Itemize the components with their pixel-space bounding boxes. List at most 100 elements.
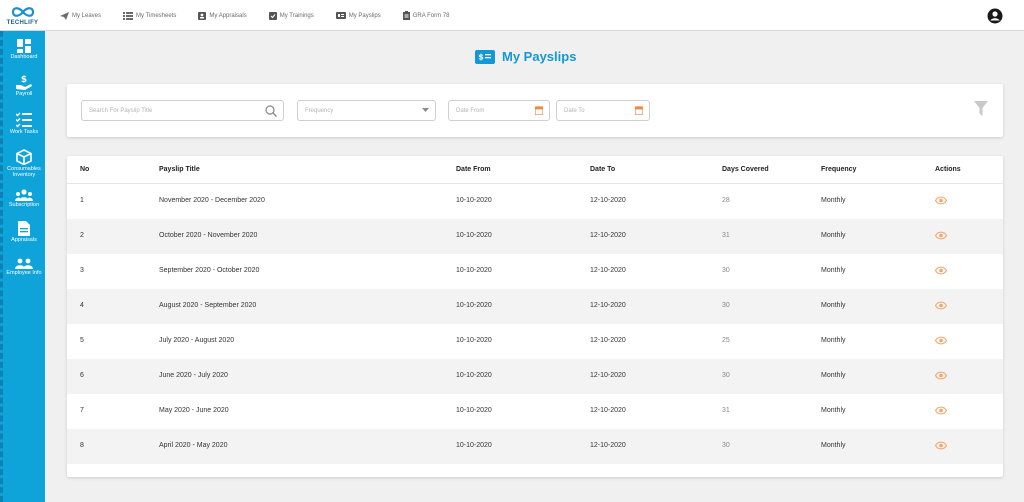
sidebar-item-subscription[interactable]: Subscription (0, 189, 48, 208)
view-eye-icon[interactable] (935, 301, 947, 310)
nav-my-trainings[interactable]: My Trainings (268, 11, 314, 20)
dashboard-icon (17, 39, 31, 53)
sidebar-item-dashboard[interactable]: Dashboard (0, 39, 48, 60)
payslip-icon: $ (475, 49, 495, 64)
cell-date-to: 12-10-2020 (590, 372, 626, 379)
header-days-covered: Days Covered (722, 166, 769, 173)
cell-days-covered: 30 (722, 302, 730, 309)
group-icon (15, 258, 33, 269)
nav-gra-form-78[interactable]: GRA Form 78 (402, 11, 449, 20)
cell-no: 8 (80, 442, 84, 449)
header-no: No (80, 166, 90, 173)
search-placeholder: Search For Payslip Title (89, 107, 153, 114)
view-eye-icon[interactable] (935, 371, 947, 380)
cell-days-covered: 28 (722, 197, 730, 204)
cell-no: 6 (80, 372, 84, 379)
cell-frequency: Monthly (821, 302, 846, 309)
cell-days-covered: 30 (722, 372, 730, 379)
svg-text:$: $ (478, 53, 484, 62)
cell-date-to: 12-10-2020 (590, 442, 626, 449)
sidebar-item-employee-info[interactable]: Employee Info (0, 258, 48, 276)
cell-date-from: 10-10-2020 (456, 337, 492, 344)
header-frequency: Frequency (821, 166, 857, 173)
form-icon (402, 11, 410, 20)
cell-payslip-title: July 2020 - August 2020 (159, 337, 235, 344)
header-payslip-title: Payslip Title (159, 166, 200, 173)
cell-date-to: 12-10-2020 (590, 197, 626, 204)
sidebar-item-consumables-inventory[interactable]: Consumables Inventory (0, 149, 48, 178)
box-icon (16, 149, 32, 165)
cell-no: 7 (80, 407, 84, 414)
cell-no: 1 (80, 197, 84, 204)
search-input[interactable]: Search For Payslip Title (81, 100, 284, 121)
cell-payslip-title: October 2020 - November 2020 (159, 232, 258, 239)
cell-payslip-title: June 2020 - July 2020 (159, 372, 228, 379)
cell-date-to: 12-10-2020 (590, 232, 626, 239)
header-date-to: Date To (590, 166, 616, 173)
infinity-logo-icon (11, 7, 34, 17)
date-to-input[interactable]: Date To (556, 100, 650, 121)
nav-label: My Trainings (279, 12, 314, 19)
cell-date-from: 10-10-2020 (456, 267, 492, 274)
cell-frequency: Monthly (821, 407, 846, 414)
sidebar-item-payroll[interactable]: $ Payroll (0, 74, 48, 97)
view-eye-icon[interactable] (935, 231, 947, 240)
cell-frequency: Monthly (821, 232, 846, 239)
filter-icon[interactable] (974, 101, 988, 117)
view-eye-icon[interactable] (935, 196, 947, 205)
date-from-input[interactable]: Date From (448, 100, 550, 121)
frequency-placeholder: Frequency (305, 107, 334, 114)
table-row: 4 August 2020 - September 2020 10-10-2020 1… (67, 289, 1003, 324)
cell-date-to: 12-10-2020 (590, 337, 626, 344)
nav-label: My Leaves (72, 12, 102, 19)
sidebar-item-label: Work Tasks (9, 129, 39, 135)
tasks-icon (16, 112, 32, 128)
table-row: 3 September 2020 - October 2020 10-10-2020… (67, 254, 1003, 289)
top-bar: TECHLIFY My Leaves My Timesheets My Appr… (0, 0, 1024, 31)
nav-label: My Payslips (348, 12, 381, 19)
techlify-logo[interactable]: TECHLIFY (0, 0, 45, 31)
nav-my-payslips[interactable]: My Payslips (335, 12, 381, 19)
nav-my-appraisals[interactable]: My Appraisals (198, 11, 247, 20)
search-icon (265, 105, 277, 117)
cell-date-from: 10-10-2020 (456, 197, 492, 204)
cell-payslip-title: September 2020 - October 2020 (159, 267, 260, 274)
payslips-table: No Payslip Title Date From Date To Days … (67, 156, 1003, 477)
cell-frequency: Monthly (821, 442, 846, 449)
sidebar-item-appraisals[interactable]: Appraisals (0, 221, 48, 243)
cell-date-from: 10-10-2020 (456, 442, 492, 449)
view-eye-icon[interactable] (935, 441, 947, 450)
cell-payslip-title: May 2020 - June 2020 (159, 407, 229, 414)
sidebar-item-work-tasks[interactable]: Work Tasks (0, 112, 48, 135)
users-icon (15, 189, 33, 201)
view-eye-icon[interactable] (935, 406, 947, 415)
list-icon (123, 11, 134, 20)
cell-no: 5 (80, 337, 84, 344)
sidebar: Dashboard $ Payroll Work Tasks Consumabl… (0, 31, 45, 502)
table-row: 2 October 2020 - November 2020 10-10-2020 1… (67, 219, 1003, 254)
header-actions: Actions (935, 166, 961, 173)
nav-label: My Appraisals (209, 12, 247, 19)
cell-date-from: 10-10-2020 (456, 407, 492, 414)
cell-no: 2 (80, 232, 84, 239)
view-eye-icon[interactable] (935, 336, 947, 345)
cell-payslip-title: November 2020 - December 2020 (159, 197, 265, 204)
cell-days-covered: 30 (722, 267, 730, 274)
date-from-placeholder: Date From (456, 107, 485, 114)
cell-days-covered: 31 (722, 407, 730, 414)
cell-payslip-title: April 2020 - May 2020 (159, 442, 228, 449)
cell-payslip-title: August 2020 - September 2020 (159, 302, 257, 309)
nav-my-leaves[interactable]: My Leaves (60, 11, 102, 20)
cell-date-to: 12-10-2020 (590, 267, 626, 274)
table-row: 1 November 2020 - December 2020 10-10-2020… (67, 184, 1003, 219)
nav-my-timesheets[interactable]: My Timesheets (123, 11, 176, 20)
date-to-placeholder: Date To (564, 107, 585, 114)
sidebar-item-label: Payroll (15, 91, 33, 97)
cell-frequency: Monthly (821, 197, 846, 204)
account-icon[interactable] (987, 8, 1003, 24)
cell-days-covered: 30 (722, 442, 730, 449)
view-eye-icon[interactable] (935, 266, 947, 275)
cell-date-to: 12-10-2020 (590, 407, 626, 414)
sidebar-item-label: Appraisals (11, 237, 37, 243)
frequency-select[interactable]: Frequency (297, 100, 436, 121)
